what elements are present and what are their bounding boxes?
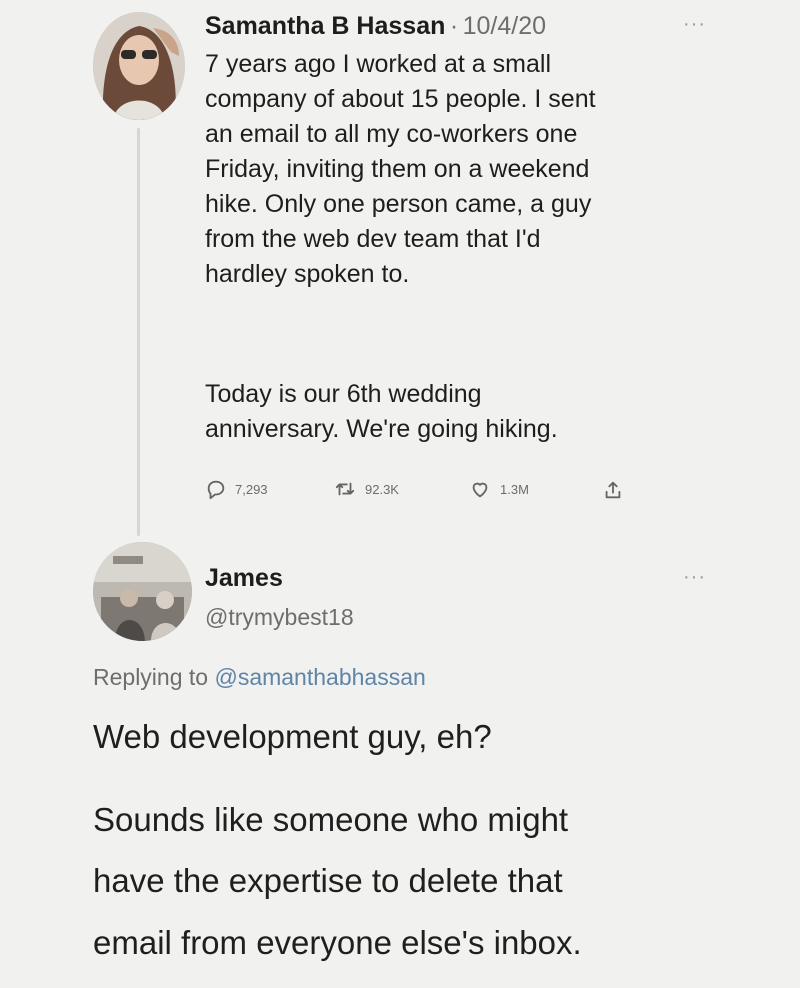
- like-icon: [472, 482, 488, 498]
- profile-photo: [93, 12, 185, 120]
- reply-icon: [207, 480, 225, 500]
- james-avatar[interactable]: [93, 542, 192, 641]
- replying-mention-link[interactable]: @samanthabhassan: [214, 664, 425, 690]
- tweet2-handle[interactable]: @trymybest18: [205, 604, 354, 631]
- like-count: 1.3M: [500, 481, 529, 497]
- replying-to: Replying to @samanthabhassan: [93, 664, 426, 691]
- tweet2-line-4: email from everyone else's inbox.: [93, 924, 582, 961]
- tweet1-header: Samantha B Hassan · 10/4/20: [205, 12, 546, 41]
- replying-prefix: Replying to: [93, 664, 209, 690]
- share-button[interactable]: [602, 478, 632, 502]
- retweet-count: 92.3K: [365, 481, 399, 497]
- profile-photo: [93, 542, 192, 641]
- tweet2-line-1: Web development guy, eh?: [93, 718, 492, 755]
- tweet1-date[interactable]: 10/4/20: [463, 12, 546, 40]
- thread-line: [137, 128, 140, 536]
- tweet2-line-3: have the expertise to delete that: [93, 862, 563, 899]
- tweet2-author-name[interactable]: James: [205, 564, 283, 593]
- tweet1-separator: ·: [449, 12, 459, 40]
- reply-button[interactable]: 7,293: [205, 478, 268, 500]
- like-button[interactable]: 1.3M: [468, 478, 529, 500]
- tweet1-paragraph-1: 7 years ago I worked at a small company …: [205, 50, 596, 288]
- samantha-avatar[interactable]: [93, 12, 185, 120]
- tweet2-line-2: Sounds like someone who might: [93, 801, 569, 838]
- retweet-icon: [335, 482, 355, 496]
- tweet1-paragraph-2: Today is our 6th wedding anniversary. We…: [205, 380, 558, 443]
- reply-count: 7,293: [235, 481, 268, 497]
- tweet1-more-icon[interactable]: ···: [683, 14, 706, 34]
- retweet-button[interactable]: 92.3K: [333, 478, 399, 500]
- tweet1-author-name[interactable]: Samantha B Hassan: [205, 12, 445, 40]
- share-icon: [605, 481, 621, 499]
- tweet2-more-icon[interactable]: ···: [683, 567, 706, 587]
